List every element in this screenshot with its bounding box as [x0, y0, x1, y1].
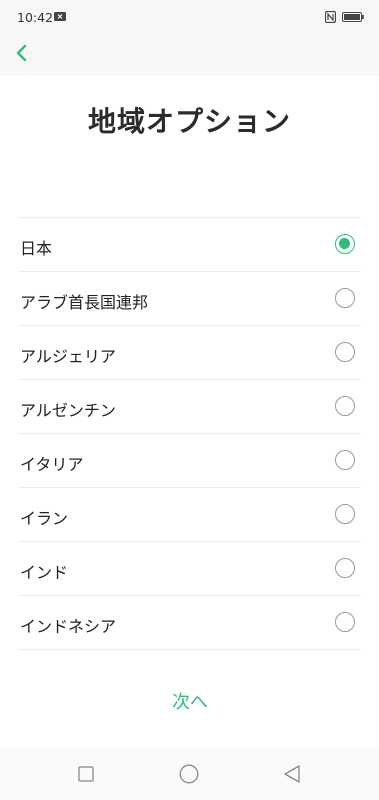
battery-icon: [342, 12, 364, 22]
home-icon[interactable]: [179, 764, 199, 784]
radio-unselected-icon[interactable]: [335, 450, 355, 470]
region-label: アルジェリア: [20, 347, 116, 366]
radio-unselected-icon[interactable]: [335, 612, 355, 632]
region-item[interactable]: 日本: [18, 218, 361, 272]
status-bar: 10:42: [0, 0, 379, 36]
page-title: 地域オプション: [87, 105, 291, 138]
region-label: イタリア: [20, 455, 84, 474]
region-item[interactable]: インドネシア: [18, 596, 361, 650]
back-arrow-icon[interactable]: [10, 41, 34, 65]
nav-back-icon[interactable]: [283, 764, 301, 784]
region-item[interactable]: アラブ首長国連邦: [18, 272, 361, 326]
next-button[interactable]: 次へ: [140, 688, 240, 718]
region-label: インド: [20, 563, 69, 582]
radio-unselected-icon[interactable]: [335, 342, 355, 362]
app-bar: [0, 36, 379, 76]
recent-apps-icon[interactable]: [78, 766, 94, 782]
region-item[interactable]: イタリア: [18, 434, 361, 488]
radio-unselected-icon[interactable]: [335, 558, 355, 578]
region-item[interactable]: アルジェリア: [18, 326, 361, 380]
region-list: 日本 アラブ首長国連邦 アルジェリア アルゼンチン イタリア イラン インド イ…: [18, 217, 361, 650]
nfc-icon: [325, 11, 336, 23]
sim-icon: [54, 12, 66, 21]
region-item[interactable]: アルゼンチン: [18, 380, 361, 434]
region-label: アラブ首長国連邦: [20, 293, 149, 312]
radio-selected-icon[interactable]: [335, 234, 355, 254]
region-item[interactable]: イラン: [18, 488, 361, 542]
region-label: アルゼンチン: [20, 401, 116, 420]
radio-unselected-icon[interactable]: [335, 288, 355, 308]
radio-unselected-icon[interactable]: [335, 396, 355, 416]
status-time: 10:42: [17, 10, 54, 25]
region-item[interactable]: インド: [18, 542, 361, 596]
region-label: インドネシア: [20, 617, 117, 636]
region-label: 日本: [20, 239, 53, 258]
region-label: イラン: [20, 509, 69, 528]
radio-unselected-icon[interactable]: [335, 504, 355, 524]
